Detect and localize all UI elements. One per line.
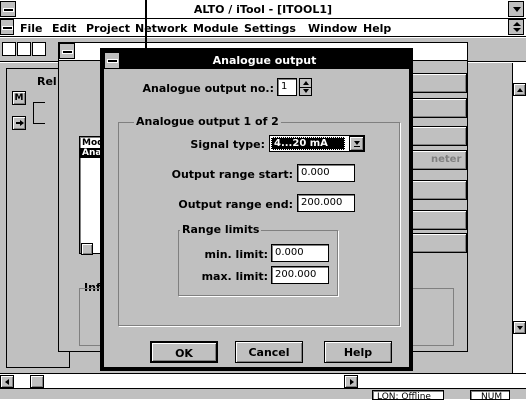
rel-label: Rel <box>37 75 57 88</box>
range-start-field[interactable]: 0.000 <box>297 164 355 182</box>
output-no-spinner[interactable] <box>299 78 312 96</box>
range-limits-group <box>178 230 338 296</box>
menu-help[interactable]: Help <box>363 22 391 35</box>
output-no-field[interactable]: 1 <box>277 78 297 96</box>
module-button[interactable] <box>411 233 467 253</box>
menu-network[interactable]: Network <box>135 22 187 35</box>
module-button[interactable] <box>411 210 467 230</box>
horizontal-scrollbar[interactable] <box>0 373 526 388</box>
menu-project[interactable]: Project <box>86 22 130 35</box>
range-start-label: Output range start: <box>171 168 293 181</box>
dialog-title: Analogue output <box>212 54 317 67</box>
right-arrow-icon <box>20 120 24 126</box>
module-button[interactable] <box>411 98 467 118</box>
signal-type-select[interactable]: 4...20 mA <box>269 135 365 152</box>
spin-divider <box>300 87 311 88</box>
menu-settings[interactable]: Settings <box>244 22 296 35</box>
min-limit-field[interactable]: 0.000 <box>271 244 329 262</box>
module-menu-icon <box>63 51 72 53</box>
range-end-field[interactable]: 200.000 <box>297 194 355 212</box>
scroll-thumb[interactable] <box>30 375 44 388</box>
scroll-up-button[interactable] <box>513 83 526 96</box>
down-arrow-icon <box>513 7 521 12</box>
main-title-bar: ALTO / iTool - [ITOOL1] <box>0 0 526 19</box>
vertical-scrollbar[interactable] <box>512 63 526 373</box>
list-scroll-left[interactable] <box>81 243 93 255</box>
ok-button[interactable]: OK <box>150 341 218 363</box>
save-icon[interactable] <box>32 42 46 56</box>
menu-edit[interactable]: Edit <box>52 22 76 35</box>
output-no-label: Analogue output no.: <box>142 82 275 95</box>
scroll-right-button[interactable] <box>344 375 358 388</box>
down-arrow-icon <box>517 326 523 330</box>
tree-bracket <box>33 102 45 124</box>
m-button[interactable]: M <box>12 91 26 105</box>
scroll-arrow-box[interactable] <box>508 1 524 17</box>
signal-type-label: Signal type: <box>190 138 265 151</box>
child-system-menu[interactable] <box>0 19 14 35</box>
dropdown-underline <box>354 146 360 147</box>
right-arrow-icon <box>350 379 354 385</box>
module-button[interactable] <box>411 73 467 93</box>
up-arrow-icon <box>513 22 521 26</box>
main-window-title: ALTO / iTool - [ITOOL1] <box>193 3 333 16</box>
range-limits-title: Range limits <box>180 223 262 236</box>
help-button[interactable]: Help <box>324 341 392 363</box>
spin-down-icon <box>303 89 309 93</box>
scroll-down-button[interactable] <box>513 321 526 334</box>
module-system-box[interactable] <box>59 43 75 59</box>
arrow-button[interactable] <box>12 116 26 130</box>
left-arrow-icon <box>5 379 9 385</box>
up-arrow-icon <box>517 88 523 92</box>
parameter-button[interactable]: neter <box>411 150 467 170</box>
analogue-output-dialog: Analogue output Analogue output no.: 1 A… <box>100 48 413 371</box>
menu-bar: File Edit Project Network Module Setting… <box>0 19 526 37</box>
open-folder-icon[interactable] <box>17 42 31 56</box>
max-limit-field[interactable]: 200.000 <box>271 266 329 284</box>
restore-box[interactable] <box>508 19 524 35</box>
cancel-button[interactable]: Cancel <box>235 341 303 363</box>
dialog-system-box[interactable] <box>104 52 120 69</box>
output-group-title: Analogue output 1 of 2 <box>134 115 281 128</box>
chevron-down-icon <box>354 141 360 145</box>
menu-file[interactable]: File <box>20 22 43 35</box>
menu-window[interactable]: Window <box>308 22 357 35</box>
new-file-icon[interactable] <box>2 42 16 56</box>
range-end-label: Output range end: <box>178 198 293 211</box>
down-arrow-icon <box>513 28 521 32</box>
signal-type-dropdown-button[interactable] <box>349 136 364 151</box>
child-menu-icon <box>3 27 12 29</box>
max-limit-label: max. limit: <box>201 270 268 283</box>
scroll-left-button[interactable] <box>0 375 14 388</box>
module-button[interactable] <box>411 180 467 200</box>
min-limit-label: min. limit: <box>204 248 268 261</box>
menu-module[interactable]: Module <box>193 22 238 35</box>
dialog-menu-icon <box>108 60 117 62</box>
spin-up-icon <box>303 81 309 85</box>
module-button[interactable] <box>411 126 467 146</box>
dialog-title-bar: Analogue output <box>104 52 409 69</box>
signal-type-value: 4...20 mA <box>271 137 345 150</box>
status-bar: LON: Offline NUM <box>0 388 526 402</box>
